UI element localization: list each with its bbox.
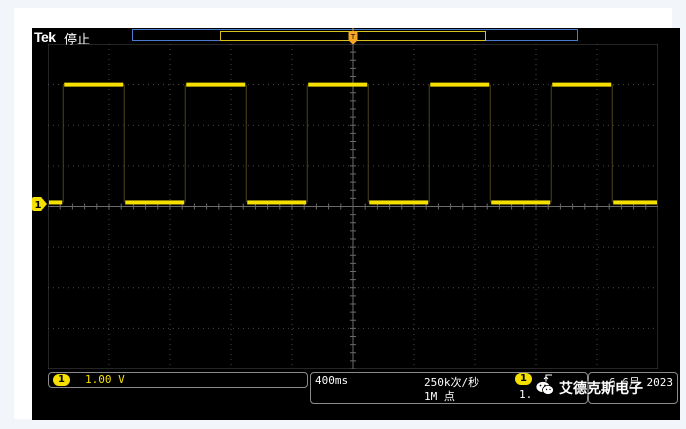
wechat-icon xyxy=(535,381,554,395)
trace-low-segment xyxy=(613,200,657,205)
trace-high-segment xyxy=(64,82,124,87)
trace-low-segment xyxy=(125,200,185,205)
graticule xyxy=(48,44,658,369)
trace-low-segment xyxy=(247,200,307,205)
brand-logo: Tek xyxy=(34,29,56,45)
status-bar: 1 1.00 V 400ms 250k次/秒 1M 点 1 1. 6 6月 20… xyxy=(32,371,680,411)
watermark-text: 艾德克斯电子 xyxy=(559,381,643,397)
watermark: 艾德克斯电子 xyxy=(535,378,643,398)
channel-scale: 1.00 V xyxy=(85,373,125,386)
trace-low-segment xyxy=(49,200,63,205)
trace-high-segment xyxy=(552,82,612,87)
svg-text:T: T xyxy=(350,33,356,41)
channel-badge: 1 xyxy=(53,374,70,386)
trace-low-segment xyxy=(491,200,551,205)
trigger-level: 1. xyxy=(519,388,533,401)
trace-high-segment xyxy=(186,82,246,87)
image-frame: Tek 停止 T 1 1 1.00 V 400ms 250k次/秒 1M 点 1… xyxy=(14,8,680,420)
svg-text:1: 1 xyxy=(35,200,42,211)
trace-high-segment xyxy=(308,82,368,87)
horizontal-scale: 400ms xyxy=(315,374,349,387)
trigger-channel-badge: 1 xyxy=(515,373,532,385)
oscilloscope-screen: Tek 停止 T 1 1 1.00 V 400ms 250k次/秒 1M 点 1… xyxy=(32,28,680,420)
trace-high-segment xyxy=(430,82,490,87)
ch1-ground-marker[interactable]: 1 xyxy=(32,197,48,211)
record-length: 1M 点 xyxy=(424,390,455,403)
channel-scale-readout[interactable]: 1 1.00 V xyxy=(48,372,308,388)
trace-low-segment xyxy=(369,200,429,205)
